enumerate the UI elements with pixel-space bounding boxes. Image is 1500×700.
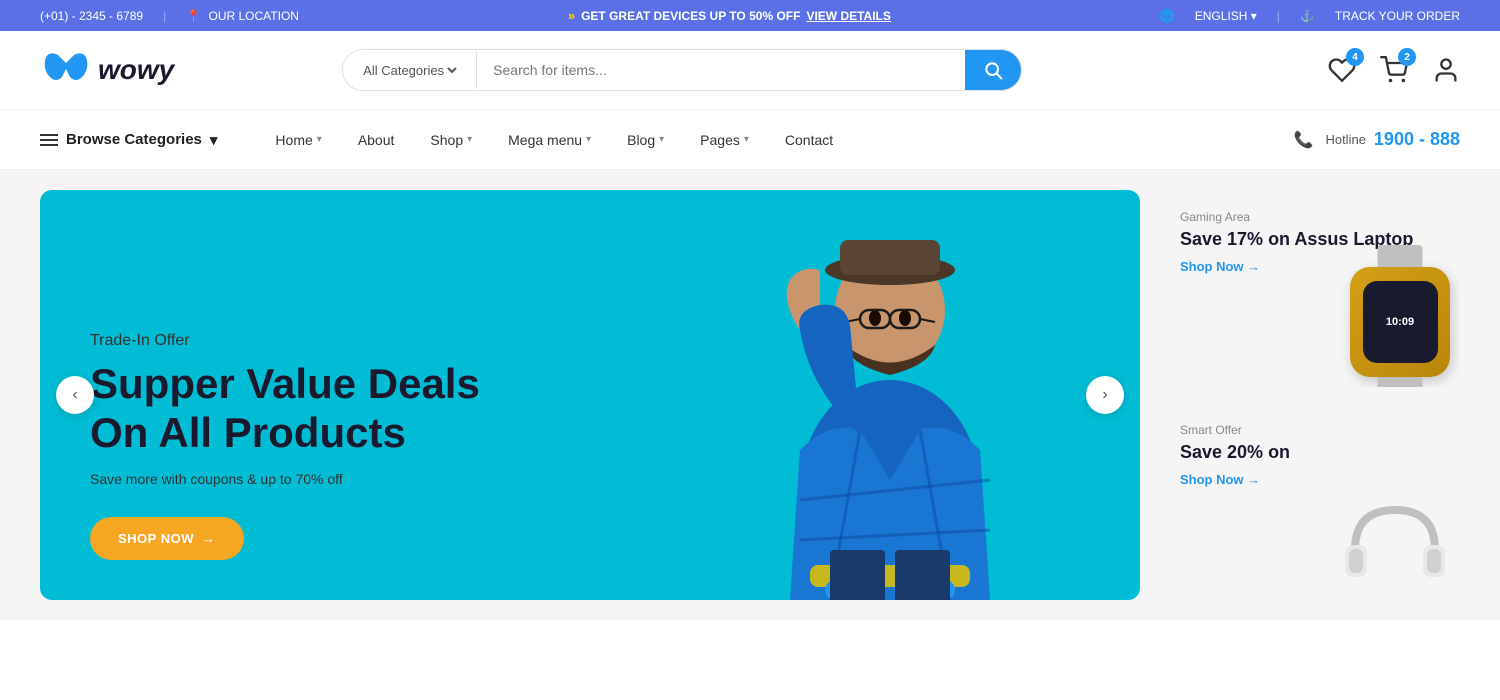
hero-content: Trade-In Offer Supper Value Deals On All…	[40, 292, 530, 600]
separator: |	[163, 9, 166, 23]
chevron-icon-shop: ▾	[467, 134, 472, 145]
hero-section: Trade-In Offer Supper Value Deals On All…	[0, 170, 1500, 620]
logo-icon	[40, 49, 92, 91]
chevron-down-icon: ▾	[210, 131, 218, 149]
headphone-svg	[1340, 495, 1450, 585]
account-button[interactable]	[1432, 56, 1460, 84]
chevron-icon-mega: ▾	[586, 134, 591, 145]
nav-item-about: About	[340, 114, 413, 166]
globe-icon: 🌐	[1160, 9, 1175, 23]
wishlist-button[interactable]: 4	[1328, 56, 1356, 84]
hotline-label: Hotline	[1325, 132, 1365, 147]
separator-2: |	[1277, 9, 1280, 23]
hero-btn-label: SHOP NOW	[118, 531, 194, 546]
chevron-icon-blog: ▾	[659, 134, 664, 145]
search-button[interactable]	[965, 50, 1021, 90]
smart-offer-title: Save 20% on	[1180, 441, 1440, 464]
category-select-input[interactable]: All Categories Electronics Clothing Spor…	[359, 62, 460, 79]
chevron-icon: ▾	[317, 134, 322, 145]
nav-item-mega: Mega menu ▾	[490, 114, 609, 166]
view-details-link[interactable]: VIEW DETAILS	[806, 9, 890, 23]
hero-banner: Trade-In Offer Supper Value Deals On All…	[40, 190, 1140, 600]
cart-badge: 2	[1398, 48, 1416, 66]
search-input[interactable]	[477, 52, 965, 88]
nav-item-shop: Shop ▾	[412, 114, 490, 166]
side-card-gaming: Gaming Area Save 17% on Assus Laptop Sho…	[1160, 190, 1460, 387]
promo-text: GET GREAT DEVICES UP TO 50% OFF	[581, 9, 800, 23]
watch-screen: 10:09	[1363, 281, 1438, 363]
headphone-image	[1340, 495, 1450, 590]
hero-tag: Trade-In Offer	[90, 332, 480, 350]
hero-title-line2: On All Products	[90, 409, 406, 456]
carousel-prev-button[interactable]: ‹	[56, 376, 94, 414]
cart-button[interactable]: 2	[1380, 56, 1408, 84]
phone-number: (+01) - 2345 - 6789	[40, 9, 143, 23]
search-icon	[983, 60, 1003, 80]
search-container: All Categories Electronics Clothing Spor…	[342, 49, 1022, 91]
smart-shop-now-link[interactable]: Shop Now →	[1180, 472, 1440, 487]
hero-side-cards: Gaming Area Save 17% on Assus Laptop Sho…	[1160, 190, 1460, 600]
nav-item-home: Home ▾	[257, 114, 339, 166]
nav-item-blog: Blog ▾	[609, 114, 682, 166]
anchor-icon: ⚓	[1300, 9, 1315, 23]
user-icon	[1432, 56, 1460, 84]
nav-link-blog[interactable]: Blog ▾	[609, 114, 682, 166]
watch-image: 10:09	[1350, 267, 1450, 377]
phone-icon: 📞	[1294, 130, 1314, 150]
promo-arrows: »	[568, 8, 575, 23]
location-icon: 📍	[186, 9, 201, 23]
logo-text: wowy	[98, 54, 174, 86]
our-location-link[interactable]: 📍 OUR LOCATION	[186, 9, 299, 23]
category-dropdown[interactable]: All Categories Electronics Clothing Spor…	[343, 52, 477, 89]
wishlist-badge: 4	[1346, 48, 1364, 66]
chevron-down-icon: ▾	[1251, 9, 1257, 23]
top-bar-right: 🌐 ENGLISH ▾ | ⚓ TRACK YOUR ORDER	[1160, 9, 1460, 23]
nav-right: 📞 Hotline 1900 - 888	[1294, 129, 1460, 150]
nav-links: Home ▾ About Shop ▾ Mega menu ▾ Blog ▾	[257, 114, 851, 166]
hero-title: Supper Value Deals On All Products	[90, 360, 480, 457]
hero-shop-now-button[interactable]: SHOP NOW →	[90, 517, 244, 560]
header: wowy All Categories Electronics Clothing…	[0, 31, 1500, 110]
watch-band-bottom	[1378, 377, 1423, 387]
hero-subtitle: Save more with coupons & up to 70% off	[90, 471, 480, 487]
nav-item-pages: Pages ▾	[682, 114, 767, 166]
track-order-link[interactable]: TRACK YOUR ORDER	[1335, 9, 1460, 23]
hotline-number: 1900 - 888	[1374, 129, 1460, 150]
nav-link-shop[interactable]: Shop ▾	[412, 114, 490, 166]
smart-offer-tag: Smart Offer	[1180, 423, 1440, 437]
nav-link-mega[interactable]: Mega menu ▾	[490, 114, 609, 166]
nav-bar: Browse Categories ▾ Home ▾ About Shop ▾ …	[0, 110, 1500, 170]
watch-shape: 10:09	[1350, 267, 1450, 377]
person-svg	[730, 190, 1050, 600]
nav-link-contact[interactable]: Contact	[767, 114, 851, 166]
watch-band-top	[1378, 245, 1423, 267]
language-link[interactable]: ENGLISH ▾	[1195, 9, 1257, 23]
menu-icon	[40, 134, 58, 146]
nav-link-pages[interactable]: Pages ▾	[682, 114, 767, 166]
browse-categories-button[interactable]: Browse Categories ▾	[40, 113, 217, 167]
nav-item-contact: Contact	[767, 114, 851, 166]
nav-link-about[interactable]: About	[340, 114, 413, 166]
hero-person-image	[720, 190, 1060, 600]
carousel-next-button[interactable]: ›	[1086, 376, 1124, 414]
chevron-icon-pages: ▾	[744, 134, 749, 145]
hero-title-line1: Supper Value Deals	[90, 360, 480, 407]
browse-label: Browse Categories	[66, 131, 202, 148]
top-bar: (+01) - 2345 - 6789 | 📍 OUR LOCATION » G…	[0, 0, 1500, 31]
top-bar-left: (+01) - 2345 - 6789 | 📍 OUR LOCATION	[40, 9, 299, 23]
nav-link-home[interactable]: Home ▾	[257, 114, 339, 166]
gaming-area-tag: Gaming Area	[1180, 210, 1440, 224]
logo[interactable]: wowy	[40, 49, 174, 91]
hero-btn-arrow: →	[202, 531, 216, 546]
side-card-smart: Smart Offer Save 20% on Shop Now →	[1160, 403, 1460, 600]
header-icons: 4 2	[1328, 56, 1460, 84]
top-bar-center: » GET GREAT DEVICES UP TO 50% OFF VIEW D…	[568, 8, 891, 23]
